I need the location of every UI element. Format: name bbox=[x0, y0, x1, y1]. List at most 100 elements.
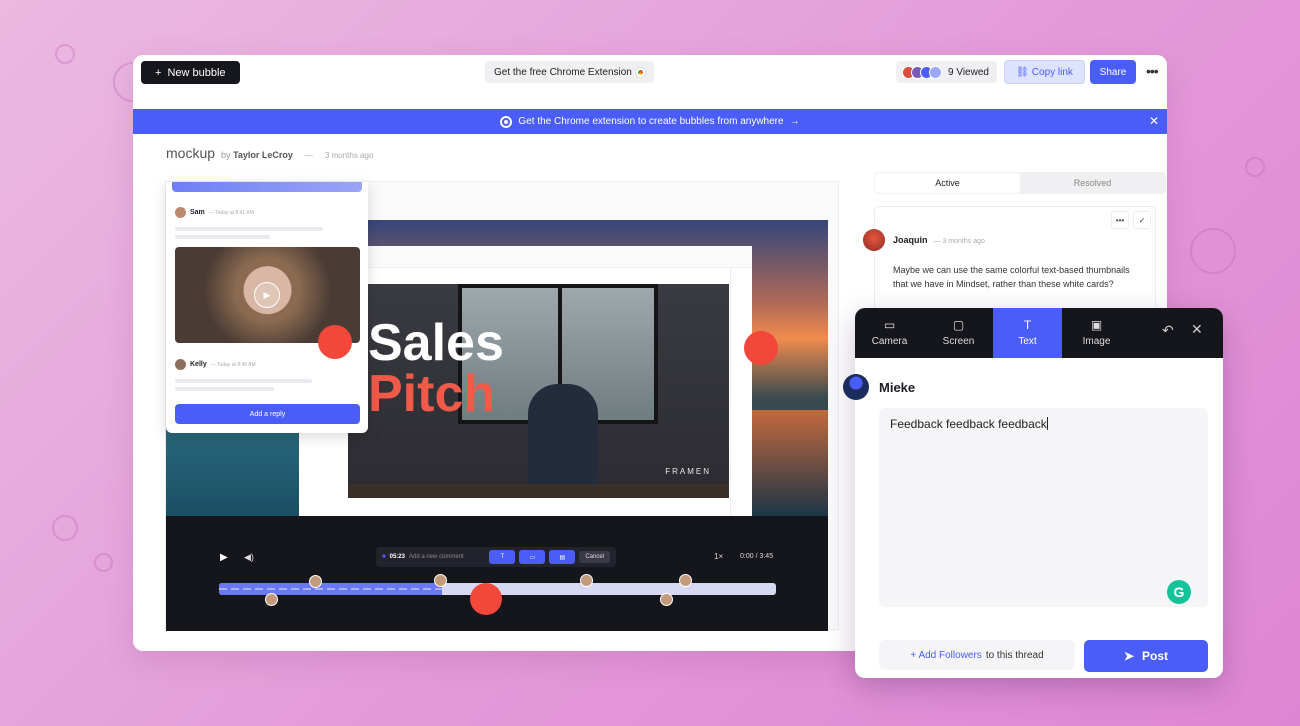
playhead-dot[interactable] bbox=[470, 583, 502, 615]
timeline-comment-avatar[interactable] bbox=[265, 593, 278, 606]
page-title: mockup bbox=[166, 145, 216, 161]
timeline-comment-avatar[interactable] bbox=[309, 575, 322, 588]
bubble-header: mockup by Taylor LeCroy — 3 months ago bbox=[166, 145, 373, 161]
timeline-progress bbox=[219, 583, 442, 595]
new-bubble-button[interactable]: + New bubble bbox=[141, 61, 240, 84]
top-toolbar: + New bubble Get the free Chrome Extensi… bbox=[133, 55, 1167, 109]
play-icon[interactable]: ▶ bbox=[254, 282, 280, 308]
timeline-comment-avatar[interactable] bbox=[660, 593, 673, 606]
link-icon: ⛓ bbox=[1016, 66, 1029, 78]
text-icon: T bbox=[1023, 318, 1032, 332]
video-stage: Sales Pitch FRAMEN Sam — Today at 8:41 A… bbox=[165, 181, 839, 631]
recording-dot bbox=[744, 331, 778, 365]
slide-person-image bbox=[528, 384, 598, 498]
comment-text: Maybe we can use the same colorful text-… bbox=[893, 265, 1130, 289]
composer-user-name: Mieke bbox=[879, 380, 916, 395]
timeline-comment-avatar[interactable] bbox=[580, 574, 593, 587]
viewers-button[interactable]: 9 Viewed bbox=[896, 61, 997, 83]
chrome-icon bbox=[635, 67, 645, 77]
resolve-check-icon[interactable]: ✓ bbox=[1133, 211, 1151, 229]
image-icon: ▣ bbox=[1090, 318, 1103, 332]
comment-placeholder[interactable]: Add a new comment bbox=[409, 554, 464, 560]
tab-camera[interactable]: ▭ Camera bbox=[855, 308, 924, 358]
text-comment-button[interactable]: T bbox=[489, 550, 516, 564]
send-icon: ➤ bbox=[1123, 649, 1135, 663]
background-reflection bbox=[740, 410, 828, 516]
screen-icon: ▢ bbox=[952, 318, 965, 332]
timeline-comment-avatar[interactable] bbox=[434, 574, 447, 587]
post-button[interactable]: ➤ Post bbox=[1084, 640, 1208, 672]
more-options-icon[interactable]: ••• bbox=[1146, 63, 1159, 79]
plus-icon: + bbox=[155, 66, 162, 79]
tab-label: Image bbox=[1082, 336, 1111, 347]
tab-label: Screen bbox=[942, 336, 975, 347]
browser-side-panel bbox=[730, 268, 752, 516]
comment-time: — Today at 8:41 AM bbox=[208, 209, 254, 216]
comment-author: Joaquin — 3 months ago bbox=[893, 235, 985, 245]
comment-author-name: Joaquin bbox=[893, 235, 928, 245]
viewed-count: 9 Viewed bbox=[948, 66, 989, 78]
placeholder-line bbox=[175, 235, 270, 239]
chrome-extension-label: Get the free Chrome Extension bbox=[494, 66, 632, 78]
add-followers-button[interactable]: + Add Followers to this thread bbox=[879, 640, 1075, 670]
copy-link-label: Copy link bbox=[1031, 66, 1073, 78]
presentation-slide: Sales Pitch FRAMEN bbox=[348, 284, 729, 498]
arrow-right-icon: → bbox=[789, 116, 800, 127]
card-header-strip bbox=[172, 182, 362, 192]
playback-speed[interactable]: 1× bbox=[714, 552, 723, 561]
close-icon[interactable]: ✕ bbox=[1149, 114, 1159, 128]
comment-author: Kelly — Today at 8:46 AM bbox=[175, 359, 256, 370]
avatar bbox=[843, 374, 869, 400]
avatar bbox=[175, 207, 186, 218]
banner-text: Get the Chrome extension to create bubbl… bbox=[518, 116, 784, 127]
author-line: by Taylor LeCroy bbox=[221, 150, 293, 160]
author-name[interactable]: Taylor LeCroy bbox=[233, 150, 293, 160]
reply-text-value: Feedback feedback feedback bbox=[890, 417, 1047, 431]
reply-text-input[interactable]: Feedback feedback feedback bbox=[879, 408, 1208, 607]
play-icon[interactable]: ▶ bbox=[220, 552, 228, 563]
composer-mode-tabs: ▭ Camera ▢ Screen T Text ▣ Image ↶ ✕ bbox=[855, 308, 1223, 358]
timeline-comment-avatar[interactable] bbox=[679, 574, 692, 587]
decor-ring bbox=[1190, 228, 1236, 274]
recording-dot bbox=[318, 325, 352, 359]
mini-comments-card: Sam — Today at 8:41 AM ▶ Kelly — Today a… bbox=[166, 182, 368, 433]
cancel-button[interactable]: Cancel bbox=[579, 551, 610, 563]
comment-time: — 3 months ago bbox=[933, 238, 985, 245]
screen-comment-button[interactable]: ▤ bbox=[549, 550, 576, 564]
placeholder-line bbox=[175, 227, 323, 231]
slide-title-line2: Pitch bbox=[368, 365, 496, 423]
copy-link-button[interactable]: ⛓ Copy link bbox=[1004, 60, 1085, 84]
separator: — bbox=[304, 151, 313, 160]
chrome-extension-button[interactable]: Get the free Chrome Extension bbox=[485, 61, 654, 83]
tab-resolved[interactable]: Resolved bbox=[1020, 173, 1165, 193]
tab-image[interactable]: ▣ Image bbox=[1062, 308, 1131, 358]
decor-ring bbox=[1245, 157, 1265, 177]
tab-text[interactable]: T Text bbox=[993, 308, 1062, 358]
undo-icon[interactable]: ↶ bbox=[1162, 322, 1174, 339]
grammarly-icon[interactable]: G bbox=[1167, 580, 1191, 604]
chrome-extension-banner[interactable]: Get the Chrome extension to create bubbl… bbox=[133, 109, 1167, 134]
volume-icon[interactable]: ◀) bbox=[244, 552, 254, 563]
share-button[interactable]: Share bbox=[1090, 60, 1136, 84]
add-reply-button[interactable]: Add a reply bbox=[175, 404, 360, 424]
reply-composer-panel: ▭ Camera ▢ Screen T Text ▣ Image ↶ ✕ Mie… bbox=[855, 308, 1223, 678]
video-comment-button[interactable]: ▭ bbox=[519, 550, 546, 564]
tab-active[interactable]: Active bbox=[875, 173, 1020, 193]
thread-more-icon[interactable]: ••• bbox=[1111, 211, 1129, 229]
post-label: Post bbox=[1142, 649, 1169, 663]
comment-author: Sam — Today at 8:41 AM bbox=[175, 207, 254, 218]
player-controls: ▶ ◀) ■ 05:23 Add a new comment T ▭ ▤ Can… bbox=[166, 516, 828, 631]
comment-timestamp: 05:23 bbox=[389, 554, 405, 560]
tab-label: Text bbox=[1018, 336, 1037, 347]
by-label: by bbox=[221, 150, 231, 160]
viewer-avatars bbox=[902, 65, 942, 79]
comment-composer-bar[interactable]: ■ 05:23 Add a new comment T ▭ ▤ Cancel bbox=[376, 547, 616, 567]
placeholder-line bbox=[175, 379, 312, 383]
avatar bbox=[863, 229, 885, 251]
close-icon[interactable]: ✕ bbox=[1191, 321, 1203, 338]
comment-time: — Today at 8:46 AM bbox=[210, 361, 256, 368]
comment-author-name: Sam bbox=[190, 209, 205, 216]
timestamp: 3 months ago bbox=[324, 151, 374, 160]
tab-screen[interactable]: ▢ Screen bbox=[924, 308, 993, 358]
decor-ring bbox=[55, 44, 75, 64]
